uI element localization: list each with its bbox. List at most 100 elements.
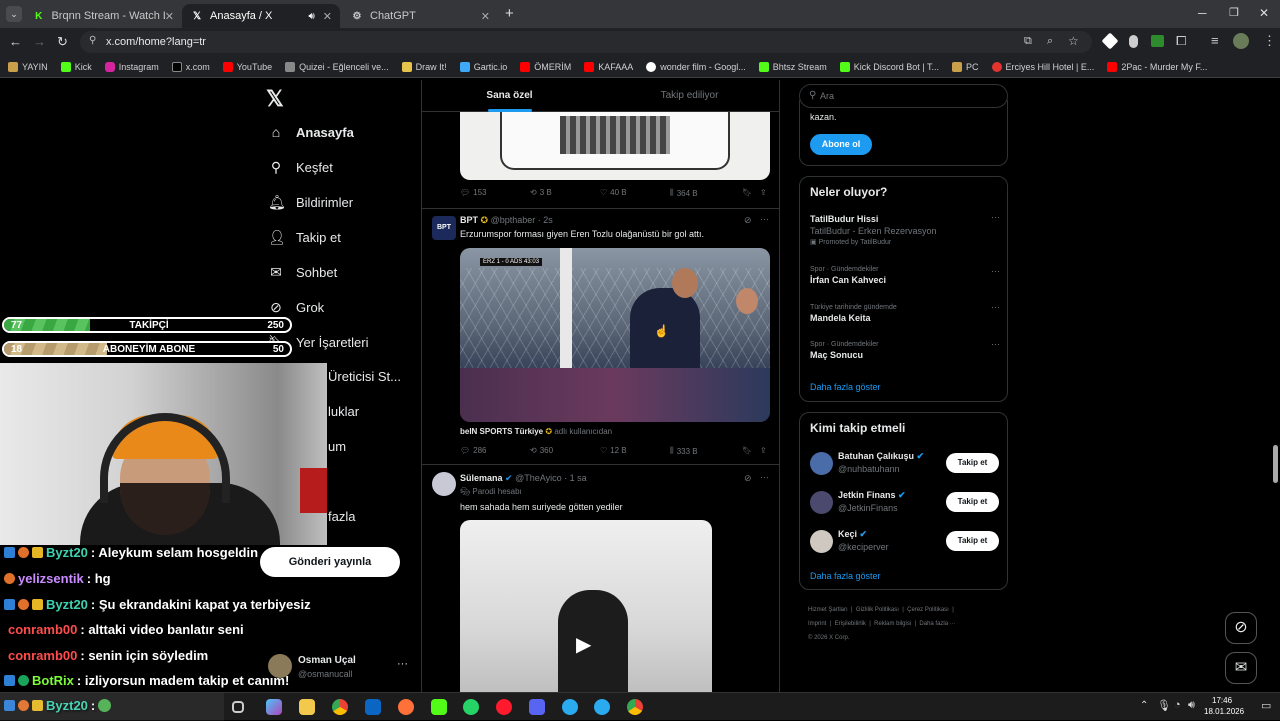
bookmark-item[interactable]: x.com bbox=[171, 61, 210, 72]
reading-list-icon[interactable]: ≡ bbox=[1211, 33, 1219, 48]
show-more-link[interactable]: Daha fazla göster bbox=[810, 382, 881, 392]
post-media[interactable]: ERZ 1 - 0 ADS 43:03 ☝ bbox=[460, 248, 770, 422]
chat-username[interactable]: yelizsentik bbox=[18, 571, 84, 586]
author-name[interactable]: Sülemana bbox=[460, 473, 503, 483]
author-handle[interactable]: @bpthaber bbox=[491, 215, 536, 225]
menu-icon[interactable]: ⋮ bbox=[1263, 33, 1276, 49]
chevron-up-icon[interactable]: ⌃ bbox=[1140, 700, 1148, 711]
grok-icon[interactable]: ⊘ bbox=[744, 473, 752, 484]
close-icon[interactable]: ✕ bbox=[481, 10, 490, 23]
trend-item[interactable]: Türkiye tarihinde gündemde Mandela Keita… bbox=[810, 302, 1000, 323]
bookmark-item[interactable]: wonder film - Googl... bbox=[646, 61, 746, 72]
bookmark-item[interactable]: Kick Discord Bot | T... bbox=[839, 61, 939, 72]
follow-button[interactable]: Takip et bbox=[946, 492, 999, 512]
repost-count[interactable]: ⟲ 3 B bbox=[530, 188, 552, 197]
like-count[interactable]: ♡ 40 B bbox=[600, 188, 627, 197]
bookmark-item[interactable]: ÖMERİM bbox=[520, 61, 571, 72]
chat-username[interactable]: BotRix bbox=[32, 673, 74, 688]
footer-link[interactable]: Reklam bilgisi bbox=[874, 621, 911, 627]
grok-icon[interactable]: ⊘ bbox=[744, 215, 752, 226]
footer-link[interactable]: Hizmet Şartları bbox=[808, 607, 848, 613]
tab-kick[interactable]: K Brqnn Stream - Watch Live on K ✕ bbox=[24, 4, 182, 28]
bookmark-item[interactable]: Gartic.io bbox=[459, 61, 507, 72]
chrome-icon[interactable] bbox=[332, 699, 348, 715]
reply-count[interactable]: 💬︎ 153 bbox=[460, 188, 487, 197]
outlook-icon[interactable] bbox=[365, 699, 381, 715]
whatsapp-icon[interactable] bbox=[463, 699, 479, 715]
bookmark-item[interactable]: Erciyes Hill Hotel | E... bbox=[991, 61, 1094, 72]
bookmark-item[interactable]: Kick bbox=[60, 61, 92, 72]
bookmark-item[interactable]: Draw It! bbox=[401, 61, 447, 72]
post-media[interactable] bbox=[460, 112, 770, 180]
show-more-link[interactable]: Daha fazla göster bbox=[810, 571, 881, 581]
author-handle[interactable]: @TheAyico bbox=[515, 473, 562, 483]
more-icon[interactable]: ··· bbox=[397, 658, 408, 670]
source-name[interactable]: beIN SPORTS Türkiye bbox=[460, 427, 543, 436]
footer-link[interactable]: Daha fazla ··· bbox=[919, 621, 955, 627]
tab-chatgpt[interactable]: ⚙ ChatGPT ✕ bbox=[342, 4, 498, 28]
file-explorer-icon[interactable] bbox=[299, 699, 315, 715]
reply-count[interactable]: 💬︎ 286 bbox=[460, 446, 487, 455]
trend-item[interactable]: Spor · Gündemdekiler İrfan Can Kahveci ·… bbox=[810, 266, 1000, 285]
scrollbar-thumb[interactable] bbox=[1273, 445, 1278, 483]
extension-icon[interactable] bbox=[1151, 35, 1164, 47]
bookmark-item[interactable]: Bhtsz Stream bbox=[758, 61, 827, 72]
nav-follow[interactable]: 👤︎ Takip et bbox=[268, 229, 341, 246]
kick-icon[interactable] bbox=[431, 699, 447, 715]
close-icon[interactable]: ✕ bbox=[165, 10, 174, 23]
copilot-icon[interactable] bbox=[266, 699, 282, 715]
view-count[interactable]: ⫼ 333 B bbox=[670, 446, 698, 456]
grok-float-button[interactable]: ⊘ bbox=[1225, 612, 1257, 644]
x-logo-icon[interactable]: 𝕏 bbox=[266, 86, 284, 112]
repost-count[interactable]: ⟲ 360 bbox=[530, 446, 553, 455]
trend-item[interactable]: Spor · Gündemdekiler Maç Sonucu ··· bbox=[810, 339, 1000, 360]
nav-chat[interactable]: ✉ Sohbet bbox=[268, 264, 337, 281]
nav-explore[interactable]: ⚲ Keşfet bbox=[268, 159, 333, 176]
bookmark-star-icon[interactable]: ☆ bbox=[1068, 34, 1079, 48]
site-info-icon[interactable]: ⚲ bbox=[89, 35, 96, 46]
share-icon[interactable]: ⇪ bbox=[760, 446, 767, 455]
more-icon[interactable]: ··· bbox=[760, 214, 769, 224]
new-tab-button[interactable]: + bbox=[505, 5, 514, 22]
follow-button[interactable]: Takip et bbox=[946, 531, 999, 551]
telegram-icon[interactable] bbox=[594, 699, 610, 715]
extension-icon[interactable] bbox=[1101, 32, 1119, 50]
close-window-button[interactable]: ✕ bbox=[1259, 6, 1269, 20]
bookmark-item[interactable]: Instagram bbox=[104, 61, 159, 72]
footer-link[interactable]: Gizlilik Politikası bbox=[856, 607, 899, 613]
maximize-button[interactable]: ❐ bbox=[1229, 6, 1239, 19]
volume-icon[interactable]: 🔊︎ bbox=[1188, 699, 1195, 712]
chat-username[interactable]: Byzt20 bbox=[46, 545, 88, 560]
nav-more[interactable]: fazla bbox=[328, 509, 355, 524]
post-video[interactable]: ▶ bbox=[460, 520, 712, 692]
like-count[interactable]: ♡ 12 B bbox=[600, 446, 627, 455]
play-icon[interactable]: ▶ bbox=[576, 632, 591, 657]
follow-button[interactable]: Takip et bbox=[946, 453, 999, 473]
nav-premium[interactable]: um bbox=[328, 439, 346, 454]
chat-username[interactable]: conramb00 bbox=[8, 648, 77, 663]
nav-creator-studio[interactable]: Üreticisi St... bbox=[328, 369, 401, 384]
profile-avatar[interactable] bbox=[1233, 33, 1249, 49]
nav-home[interactable]: ⌂ Anasayfa bbox=[268, 124, 354, 140]
telegram-icon[interactable] bbox=[562, 699, 578, 715]
extension-icon[interactable] bbox=[1129, 35, 1138, 48]
minimize-button[interactable]: ─ bbox=[1198, 6, 1207, 20]
nav-notifications[interactable]: 🔔︎ Bildirimler bbox=[268, 194, 353, 211]
chat-username[interactable]: Byzt20 bbox=[46, 597, 88, 612]
footer-link[interactable]: Erişilebilirlik bbox=[835, 621, 866, 627]
share-icon[interactable]: ⇪ bbox=[760, 188, 767, 197]
chrome-icon[interactable] bbox=[627, 699, 643, 715]
address-bar[interactable]: ⚲ x.com/home?lang=tr ⧉ ⌕ ☆ bbox=[80, 31, 1092, 53]
extensions-puzzle-icon[interactable]: ⧠ bbox=[1176, 33, 1186, 49]
firefox-icon[interactable] bbox=[398, 699, 414, 715]
suggested-user[interactable]: Keçi ✔ @keciperver Takip et bbox=[810, 528, 1000, 556]
footer-link[interactable]: Çerez Politikası bbox=[907, 607, 949, 613]
tab-for-you[interactable]: Sana özel bbox=[422, 80, 597, 112]
bookmark-icon[interactable]: 🔖︎ bbox=[742, 188, 752, 197]
bookmark-item[interactable]: KAFAAA bbox=[584, 61, 633, 72]
trend-item[interactable]: TatilBudur Hissi TatilBudur - Erken Reze… bbox=[810, 212, 1000, 246]
clock-date[interactable]: 18.01.2026 bbox=[1204, 707, 1244, 716]
nav-grok[interactable]: ⊘ Grok bbox=[268, 299, 324, 316]
bookmark-item[interactable]: PC bbox=[951, 61, 979, 72]
author-avatar[interactable] bbox=[432, 472, 456, 496]
